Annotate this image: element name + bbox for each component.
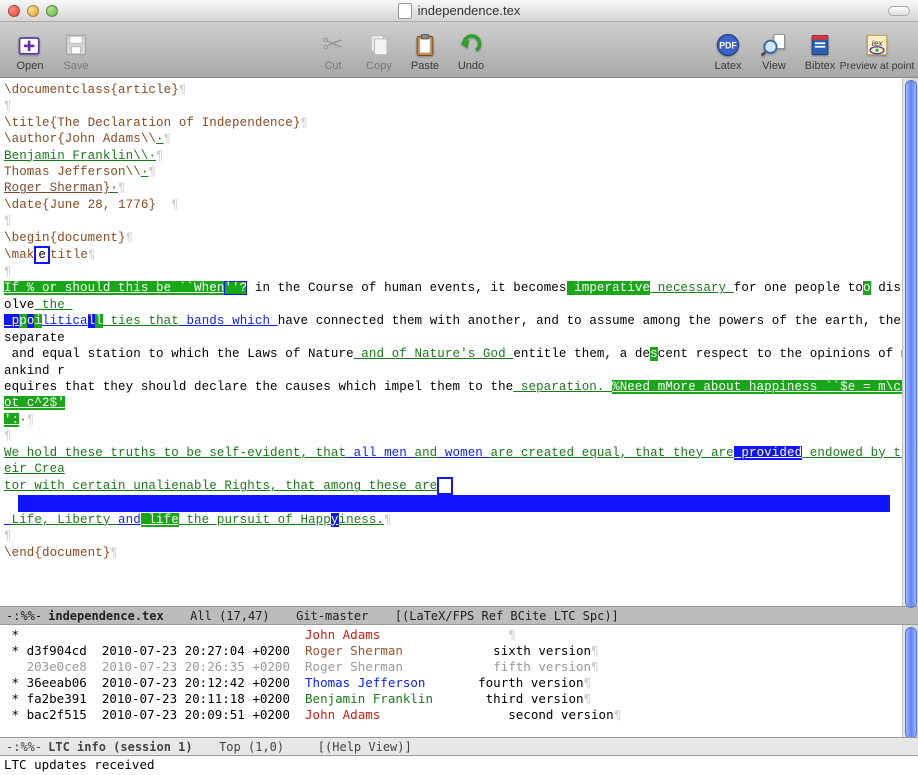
editor-scroll-thumb[interactable] xyxy=(905,80,917,608)
minibuffer-message: LTC updates received xyxy=(4,757,155,772)
version-log[interactable]: * John Adams ¶ * d3f904cd 2010-07-23 20:… xyxy=(0,625,918,737)
log-scroll-thumb[interactable] xyxy=(905,627,917,737)
preview-label: Preview at point xyxy=(840,60,915,72)
cut-label: Cut xyxy=(324,60,341,72)
open-button[interactable]: Open xyxy=(8,30,52,72)
title-cmd: \title{The Declaration of Independence} xyxy=(4,116,300,130)
modeline2-flags: -:%%- xyxy=(6,740,42,754)
version-log-content: * John Adams ¶ * d3f904cd 2010-07-23 20:… xyxy=(4,627,914,723)
copy-label: Copy xyxy=(366,60,392,72)
title-bar: independence.tex xyxy=(0,0,918,22)
view-label: View xyxy=(762,60,786,72)
editor-area[interactable]: \documentclass{article}¶ ¶ \title{The De… xyxy=(0,78,918,606)
toolbar-toggle-pill[interactable] xyxy=(888,6,910,16)
modeline-position: All (17,47) xyxy=(190,609,269,623)
window-title: independence.tex xyxy=(418,3,521,18)
comment-when: If % or should this be ``When xyxy=(4,281,224,295)
selected-blank-line xyxy=(18,495,890,511)
modeline-flags: -:%%- xyxy=(6,609,42,623)
window-minimize-button[interactable] xyxy=(27,5,39,17)
undo-label: Undo xyxy=(458,60,484,72)
modeline-log[interactable]: -:%%- LTC info (session 1) Top (1,0) [(H… xyxy=(0,737,918,756)
preview-at-point-button[interactable]: ℓex Preview at point xyxy=(844,30,910,72)
cursor-box: e xyxy=(34,246,50,264)
open-label: Open xyxy=(17,60,44,72)
window-close-button[interactable] xyxy=(8,5,20,17)
paste-button[interactable]: Paste xyxy=(403,30,447,72)
document-icon xyxy=(398,3,412,19)
paste-label: Paste xyxy=(411,60,439,72)
save-button[interactable]: Save xyxy=(54,30,98,72)
save-label: Save xyxy=(63,60,88,72)
maketitle-cmd: title xyxy=(50,248,88,262)
modeline2-filename: LTC info (session 1) xyxy=(48,740,193,754)
copy-button[interactable]: Copy xyxy=(357,30,401,72)
modeline-vcs: Git-master xyxy=(296,609,368,623)
log-scrollbar[interactable] xyxy=(902,625,918,737)
word-imperative: imperative xyxy=(567,281,651,295)
editor-content[interactable]: \documentclass{article}¶ ¶ \title{The De… xyxy=(4,82,912,561)
cut-button[interactable]: ✂ Cut xyxy=(311,30,355,72)
toolbar: Open Save ✂ Cut Copy Paste Undo PDF Late… xyxy=(0,22,918,78)
modeline-editor[interactable]: -:%%- independence.tex All (17,47) Git-m… xyxy=(0,606,918,625)
bibtex-button[interactable]: Bibtex xyxy=(798,30,842,72)
end-document: \end{document} xyxy=(4,546,110,560)
documentclass-cmd: \documentclass{article} xyxy=(4,83,179,97)
editor-scrollbar[interactable] xyxy=(902,78,918,606)
author-jefferson: Thomas Jefferson\\ xyxy=(4,165,141,179)
modeline-filename: independence.tex xyxy=(48,609,164,623)
latex-button[interactable]: PDF Latex xyxy=(706,30,750,72)
view-button[interactable]: View xyxy=(752,30,796,72)
svg-text:PDF: PDF xyxy=(719,40,737,50)
word-necessary: necessary xyxy=(650,281,734,295)
modeline-modes: [(LaTeX/FPS Ref BCite LTC Spc)] xyxy=(395,609,619,623)
modeline2-modes: [(Help View)] xyxy=(318,740,412,754)
date-cmd: \date{June 28, 1776} xyxy=(4,198,156,212)
author-sherman: Roger Sherman} xyxy=(4,181,110,195)
truths-line: We hold these truths to be self-evident,… xyxy=(4,446,346,460)
bibtex-label: Bibtex xyxy=(805,60,836,72)
window-zoom-button[interactable] xyxy=(46,5,58,17)
begin-document: \begin{document} xyxy=(4,231,126,245)
latex-label: Latex xyxy=(715,60,742,72)
undo-button[interactable]: Undo xyxy=(449,30,493,72)
author-adams: \author{John Adams\\ xyxy=(4,132,156,146)
modeline2-position: Top (1,0) xyxy=(219,740,284,754)
minibuffer[interactable]: LTC updates received xyxy=(0,756,918,775)
author-franklin: Benjamin Franklin\\ xyxy=(4,149,148,163)
